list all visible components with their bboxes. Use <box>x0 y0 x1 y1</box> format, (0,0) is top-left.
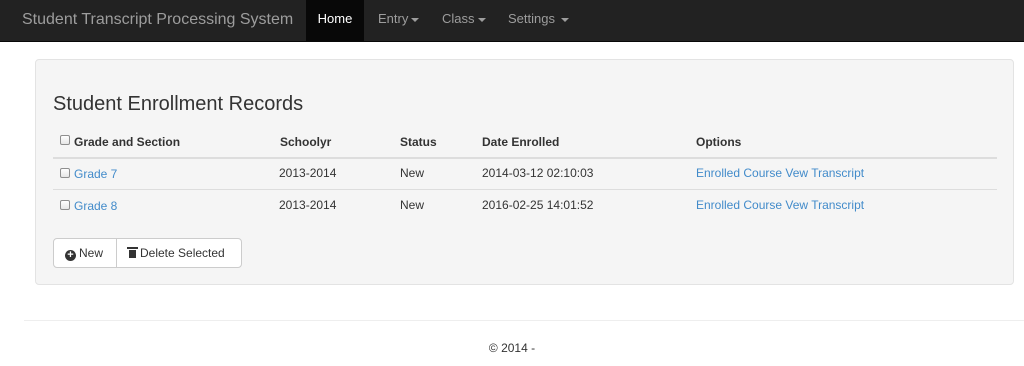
nav-home[interactable]: Home <box>306 0 364 41</box>
nav-entry-dropdown[interactable]: Entry <box>378 0 420 41</box>
header-divider <box>53 157 997 159</box>
caret-down-icon <box>560 17 569 22</box>
view-transcript-link[interactable]: Vew Transcript <box>785 198 864 212</box>
grade-link[interactable]: Grade 7 <box>74 167 117 181</box>
select-all-checkbox[interactable] <box>60 135 70 145</box>
delete-selected-button[interactable]: Delete Selected <box>116 238 242 268</box>
nav-class-dropdown[interactable]: Class <box>442 0 486 41</box>
new-button-label: New <box>79 246 104 260</box>
nav-class-label: Class <box>442 11 475 26</box>
options-cell: Enrolled Course Vew Transcript <box>696 166 864 180</box>
navbar: Student Transcript Processing System Hom… <box>0 0 1024 42</box>
date-enrolled-cell: 2014-03-12 02:10:03 <box>482 166 594 180</box>
status-cell: New <box>400 198 425 212</box>
delete-button-label: Delete Selected <box>140 246 225 260</box>
grade-link[interactable]: Grade 8 <box>74 199 117 213</box>
nav-settings-label: Settings <box>508 11 555 26</box>
status-cell: New <box>400 166 425 180</box>
row-checkbox[interactable] <box>60 200 70 210</box>
nav-settings-dropdown[interactable]: Settings <box>508 0 569 41</box>
view-transcript-link[interactable]: Vew Transcript <box>785 166 864 180</box>
nav-home-label: Home <box>317 11 353 26</box>
enrolled-course-link[interactable]: Enrolled Course <box>696 166 782 180</box>
new-button[interactable]: + New <box>53 238 117 268</box>
row-divider <box>53 189 997 190</box>
schoolyr-cell: 2013-2014 <box>279 198 337 212</box>
plus-circle-icon: + <box>65 250 76 261</box>
enrollment-panel: Student Enrollment Records Grade and Sec… <box>35 59 1014 285</box>
footer-copyright: © 2014 - <box>488 341 536 355</box>
column-header-schoolyr: Schoolyr <box>280 135 332 149</box>
column-header-date: Date Enrolled <box>482 135 560 149</box>
enrolled-course-link[interactable]: Enrolled Course <box>696 198 782 212</box>
caret-down-icon <box>477 17 486 22</box>
trash-icon <box>127 247 138 258</box>
page-title: Student Enrollment Records <box>53 93 304 115</box>
footer-divider <box>24 320 1024 321</box>
column-header-grade: Grade and Section <box>74 135 181 149</box>
date-enrolled-cell: 2016-02-25 14:01:52 <box>482 198 594 212</box>
column-header-options: Options <box>696 135 742 149</box>
schoolyr-cell: 2013-2014 <box>279 166 337 180</box>
column-header-status: Status <box>400 135 437 149</box>
caret-down-icon <box>411 17 420 22</box>
options-cell: Enrolled Course Vew Transcript <box>696 198 864 212</box>
row-checkbox[interactable] <box>60 168 70 178</box>
nav-entry-label: Entry <box>378 11 409 26</box>
brand-title[interactable]: Student Transcript Processing System <box>22 0 293 41</box>
